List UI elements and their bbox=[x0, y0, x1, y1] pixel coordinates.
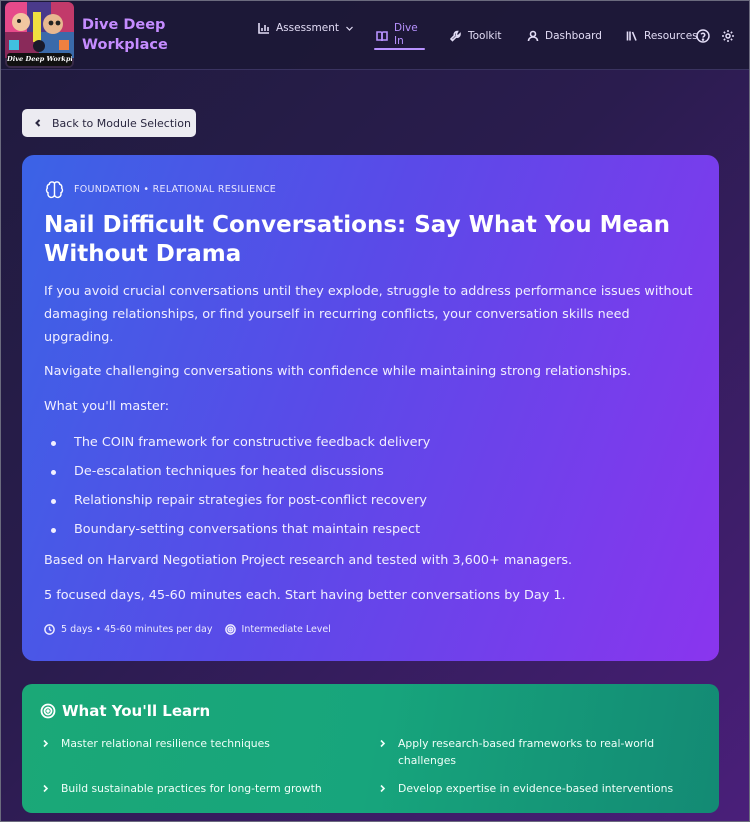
chevron-down-icon bbox=[346, 26, 353, 31]
logo[interactable]: Dive Deep Workplace bbox=[5, 2, 74, 68]
help-button[interactable] bbox=[696, 28, 710, 43]
list-item: The COIN framework for constructive feed… bbox=[50, 428, 430, 457]
list-item: Develop expertise in evidence-based inte… bbox=[380, 780, 698, 797]
back-to-module-selection-button[interactable]: Back to Module Selection bbox=[22, 109, 196, 137]
module-category: FOUNDATION • RELATIONAL RESILIENCE bbox=[44, 179, 276, 200]
list-item: Relationship repair strategies for post-… bbox=[50, 486, 430, 515]
module-hero-card: FOUNDATION • RELATIONAL RESILIENCE Nail … bbox=[22, 155, 719, 661]
learn-item-text: Apply research-based frameworks to real-… bbox=[398, 737, 655, 767]
nav-dive-in[interactable] bbox=[376, 26, 388, 46]
nav-dashboard-label: Dashboard bbox=[545, 30, 602, 42]
list-item: De-escalation techniques for heated disc… bbox=[50, 457, 430, 486]
module-meta: 5 days • 45-60 minutes per day Intermedi… bbox=[44, 624, 331, 635]
learning-outcomes-heading: What You'll Learn bbox=[62, 702, 211, 720]
back-button-label: Back to Module Selection bbox=[52, 116, 191, 130]
logo-caption: Dive Deep Workplace bbox=[7, 53, 72, 66]
master-list: The COIN framework for constructive feed… bbox=[50, 428, 430, 544]
module-tagline: Navigate challenging conversations with … bbox=[44, 364, 632, 379]
target-icon bbox=[224, 624, 236, 635]
duration-label: 5 days • 45-60 minutes per day bbox=[61, 624, 213, 635]
brand-line-2: Workplace bbox=[82, 37, 168, 53]
target-icon bbox=[40, 703, 56, 719]
module-intro: If you avoid crucial conversations until… bbox=[44, 284, 693, 345]
library-icon bbox=[626, 31, 637, 41]
nav-dive-in-label-line2: In bbox=[394, 35, 404, 47]
chevron-right-icon bbox=[380, 784, 386, 793]
list-item: Boundary-setting conversations that main… bbox=[50, 515, 430, 544]
list-item: Master relational resilience techniques bbox=[43, 735, 351, 752]
nav-dive-in-label-line1: Dive bbox=[394, 22, 418, 34]
level-label: Intermediate Level bbox=[241, 624, 331, 635]
nav-toolkit-label: Toolkit bbox=[468, 30, 502, 42]
module-category-label: FOUNDATION • RELATIONAL RESILIENCE bbox=[74, 184, 277, 195]
open-book-icon bbox=[376, 31, 388, 42]
nav-dive-in-label[interactable]: Dive In bbox=[394, 22, 424, 48]
chevron-left-icon bbox=[35, 119, 41, 127]
list-item: Build sustainable practices for long-ter… bbox=[43, 780, 351, 797]
research-note: Based on Harvard Negotiation Project res… bbox=[44, 553, 573, 568]
chevron-right-icon bbox=[43, 784, 49, 793]
learn-item-text: Build sustainable practices for long-ter… bbox=[61, 782, 322, 795]
list-item: Apply research-based frameworks to real-… bbox=[380, 735, 688, 769]
learn-item-text: Develop expertise in evidence-based inte… bbox=[398, 782, 674, 795]
learning-outcomes-title: What You'll Learn bbox=[40, 702, 210, 720]
nav-assessment-label: Assessment bbox=[276, 22, 339, 34]
master-heading: What you'll master: bbox=[44, 399, 170, 414]
top-navigation-bar: Dive Deep Workplace Dive Deep Workplace … bbox=[0, 0, 750, 70]
brand-name[interactable]: Dive Deep Workplace bbox=[82, 15, 202, 55]
brain-icon bbox=[45, 181, 64, 199]
nav-active-indicator bbox=[374, 48, 425, 50]
user-icon bbox=[527, 30, 539, 42]
learning-outcomes-card: What You'll Learn Master relational resi… bbox=[22, 684, 719, 813]
nav-dashboard[interactable]: Dashboard bbox=[527, 26, 602, 46]
chevron-right-icon bbox=[43, 739, 49, 748]
gear-icon bbox=[722, 30, 734, 42]
nav-resources[interactable]: Resources bbox=[626, 26, 698, 46]
nav-resources-label: Resources bbox=[644, 30, 698, 42]
brand-line-1: Dive Deep bbox=[82, 17, 166, 33]
wrench-icon bbox=[450, 30, 461, 42]
settings-button[interactable] bbox=[721, 28, 735, 42]
module-title: Nail Difficult Conversations: Say What Y… bbox=[44, 212, 670, 267]
chevron-right-icon bbox=[380, 739, 386, 748]
bar-chart-icon bbox=[258, 23, 269, 34]
nav-toolkit[interactable]: Toolkit bbox=[450, 26, 502, 46]
nav-assessment[interactable]: Assessment bbox=[258, 18, 354, 38]
schedule-note: 5 focused days, 45-60 minutes each. Star… bbox=[44, 588, 566, 603]
help-circle-icon bbox=[696, 29, 710, 43]
learn-item-text: Master relational resilience techniques bbox=[61, 737, 270, 750]
clock-icon bbox=[44, 624, 55, 635]
